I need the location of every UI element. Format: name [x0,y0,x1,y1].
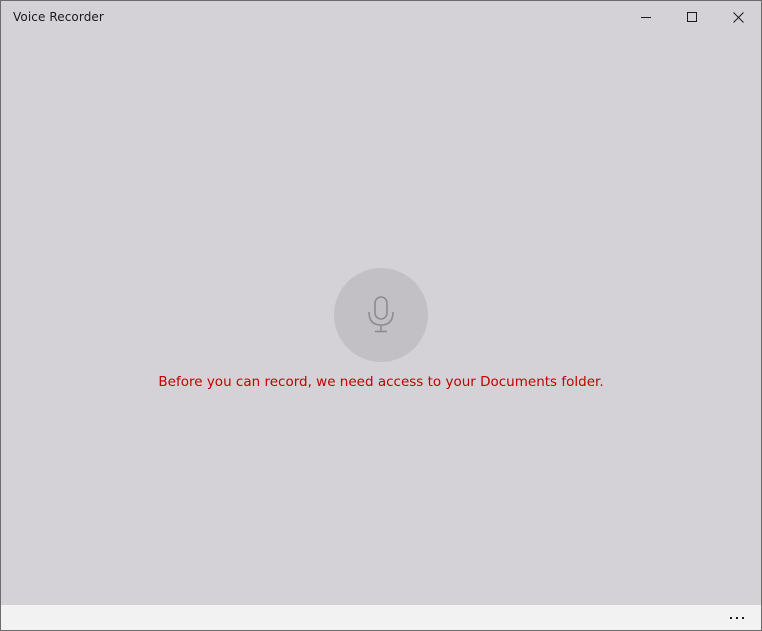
app-window: Voice Recorder Before you can record, we… [0,0,762,631]
window-title: Voice Recorder [13,10,104,24]
minimize-button[interactable] [623,1,669,33]
close-icon [732,11,744,23]
maximize-icon [687,12,697,22]
minimize-icon [641,17,651,18]
more-options-button[interactable] [721,605,753,630]
microphone-icon [368,296,394,333]
permission-message: Before you can record, we need access to… [158,374,604,390]
maximize-button[interactable] [669,1,715,33]
app-bar [1,605,761,630]
more-ellipsis-icon [728,616,746,619]
recorder-content: Before you can record, we need access to… [1,33,761,605]
title-bar[interactable]: Voice Recorder [1,1,761,33]
close-button[interactable] [715,1,761,33]
record-button[interactable] [334,268,428,362]
